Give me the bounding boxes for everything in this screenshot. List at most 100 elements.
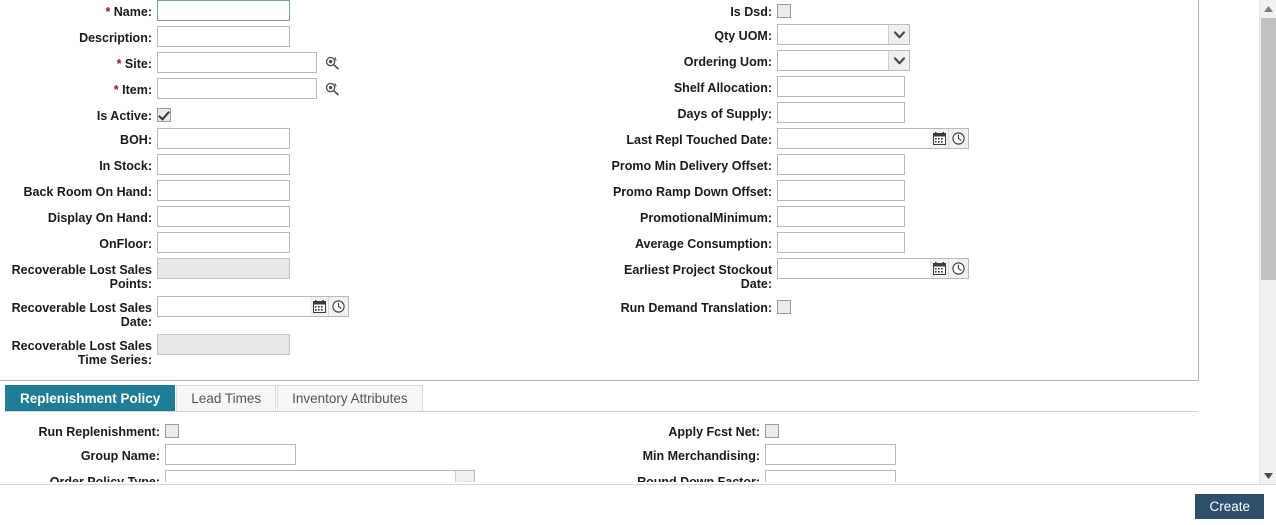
scroll-down-arrow-icon[interactable] xyxy=(1260,467,1276,484)
calendar-icon[interactable] xyxy=(930,129,949,148)
qty-uom-select[interactable] xyxy=(777,24,910,45)
form-control-average-consumption xyxy=(772,232,905,253)
form-control-qty-uom xyxy=(772,24,910,45)
tab-underline xyxy=(4,411,1198,412)
form-label-in-stock: In Stock: xyxy=(0,154,152,173)
chevron-down-icon[interactable] xyxy=(888,25,909,44)
tab-strip: Replenishment PolicyLead TimesInventory … xyxy=(0,385,1199,411)
form-control-recoverable-lost-sales-time-series xyxy=(152,334,290,355)
field-label-text: Recoverable Lost Sales Time Series: xyxy=(12,339,152,367)
min-merchandising-input[interactable] xyxy=(765,444,896,465)
form-label-item: * Item: xyxy=(0,78,152,97)
field-label-text: Qty UOM: xyxy=(714,29,772,43)
days-of-supply-input[interactable] xyxy=(777,102,905,123)
run-demand-translation-checkbox[interactable] xyxy=(777,300,791,314)
back-room-on-hand-input[interactable] xyxy=(157,180,290,201)
promo-ramp-down-offset-input[interactable] xyxy=(777,180,905,201)
clock-icon[interactable] xyxy=(329,297,348,316)
ordering-uom-select[interactable] xyxy=(777,50,910,71)
is-active-checkbox[interactable] xyxy=(157,108,171,122)
form-row-promo-min-delivery-offset: Promo Min Delivery Offset: xyxy=(600,154,1199,175)
group-name-input[interactable] xyxy=(165,444,296,465)
form-label-qty-uom: Qty UOM: xyxy=(600,24,772,43)
last-repl-touched-date-input[interactable] xyxy=(777,128,930,149)
tab-inventory-attributes[interactable]: Inventory Attributes xyxy=(277,385,423,411)
form-control-apply-fcst-net xyxy=(760,420,779,438)
scrollbar-thumb[interactable] xyxy=(1261,18,1276,280)
recoverable-lost-sales-date-input[interactable] xyxy=(157,296,310,317)
field-label-text: Order Policy Type: xyxy=(50,475,160,482)
form-control-ordering-uom xyxy=(772,50,910,71)
description-input[interactable] xyxy=(157,26,290,47)
in-stock-input[interactable] xyxy=(157,154,290,175)
form-row-promo-ramp-down-offset: Promo Ramp Down Offset: xyxy=(600,180,1199,201)
chevron-down-icon[interactable] xyxy=(888,51,909,70)
earliest-project-stockout-date-input[interactable] xyxy=(777,258,930,279)
promotionalminimum-input[interactable] xyxy=(777,206,905,227)
form-row-promotionalminimum: PromotionalMinimum: xyxy=(600,206,1199,227)
item-input[interactable] xyxy=(157,78,317,99)
form-row-order-policy-type: Order Policy Type: … xyxy=(0,470,600,482)
field-label-text: Min Merchandising: xyxy=(643,449,760,463)
form-control-item xyxy=(152,78,340,99)
site-lookup-magnifier-icon[interactable] xyxy=(323,54,340,71)
create-button[interactable]: Create xyxy=(1195,494,1264,519)
apply-fcst-net-checkbox[interactable] xyxy=(765,424,779,438)
calendar-icon[interactable] xyxy=(310,297,329,316)
form-row-recoverable-lost-sales-points: Recoverable Lost Sales Points: xyxy=(0,258,600,291)
name-input[interactable] xyxy=(157,0,290,21)
calendar-icon[interactable] xyxy=(930,259,949,278)
form-label-earliest-project-stockout-date: Earliest Project Stockout Date: xyxy=(600,258,772,291)
form-control-earliest-project-stockout-date xyxy=(772,258,969,279)
form-row-ordering-uom: Ordering Uom: xyxy=(600,50,1199,71)
field-label-text: Round Down Factor: xyxy=(637,475,760,482)
promo-min-delivery-offset-input[interactable] xyxy=(777,154,905,175)
round-down-factor-input[interactable] xyxy=(765,470,896,482)
onfloor-input[interactable] xyxy=(157,232,290,253)
form-label-days-of-supply: Days of Supply: xyxy=(600,102,772,121)
form-row-in-stock: In Stock: xyxy=(0,154,600,175)
field-label-text: Display On Hand: xyxy=(48,211,152,225)
order-policy-type-picker-button[interactable]: … xyxy=(455,470,475,482)
site-input[interactable] xyxy=(157,52,317,73)
form-label-ordering-uom: Ordering Uom: xyxy=(600,50,772,69)
shelf-allocation-input[interactable] xyxy=(777,76,905,97)
required-marker: * xyxy=(117,57,125,71)
scroll-up-arrow-icon[interactable] xyxy=(1260,0,1276,17)
tab-lead-times[interactable]: Lead Times xyxy=(176,385,276,411)
form-label-group-name: Group Name: xyxy=(0,444,160,463)
form-control-run-replenishment xyxy=(160,420,179,438)
form-row-qty-uom: Qty UOM: xyxy=(600,24,1199,45)
field-label-text: Recoverable Lost Sales Date: xyxy=(12,301,152,329)
is-dsd-checkbox[interactable] xyxy=(777,4,791,18)
required-marker: * xyxy=(105,5,113,19)
average-consumption-input[interactable] xyxy=(777,232,905,253)
order-policy-type-input[interactable] xyxy=(165,470,455,482)
field-label-text: Description: xyxy=(79,31,152,45)
form-row-back-room-on-hand: Back Room On Hand: xyxy=(0,180,600,201)
tab-content-right-column: Apply Fcst Net:Min Merchandising:Round D… xyxy=(600,420,1199,482)
field-label-text: Run Replenishment: xyxy=(38,425,160,439)
form-control-recoverable-lost-sales-date xyxy=(152,296,349,317)
boh-input[interactable] xyxy=(157,128,290,149)
run-replenishment-checkbox[interactable] xyxy=(165,424,179,438)
form-control-min-merchandising xyxy=(760,444,896,465)
tab-replenishment-policy[interactable]: Replenishment Policy xyxy=(5,385,175,411)
field-label-text: Recoverable Lost Sales Points: xyxy=(12,263,152,291)
form-control-boh xyxy=(152,128,290,149)
form-label-promo-min-delivery-offset: Promo Min Delivery Offset: xyxy=(600,154,772,173)
form-row-recoverable-lost-sales-date: Recoverable Lost Sales Date: xyxy=(0,296,600,329)
form-label-description: Description: xyxy=(0,26,152,45)
vertical-scrollbar[interactable] xyxy=(1259,0,1276,484)
form-control-in-stock xyxy=(152,154,290,175)
item-lookup-magnifier-icon[interactable] xyxy=(323,80,340,97)
form-control-back-room-on-hand xyxy=(152,180,290,201)
form-control-last-repl-touched-date xyxy=(772,128,969,149)
clock-icon[interactable] xyxy=(949,259,968,278)
display-on-hand-input[interactable] xyxy=(157,206,290,227)
form-control-name xyxy=(152,0,290,21)
form-label-min-merchandising: Min Merchandising: xyxy=(600,444,760,463)
form-control-display-on-hand xyxy=(152,206,290,227)
clock-icon[interactable] xyxy=(949,129,968,148)
required-marker: * xyxy=(114,83,122,97)
